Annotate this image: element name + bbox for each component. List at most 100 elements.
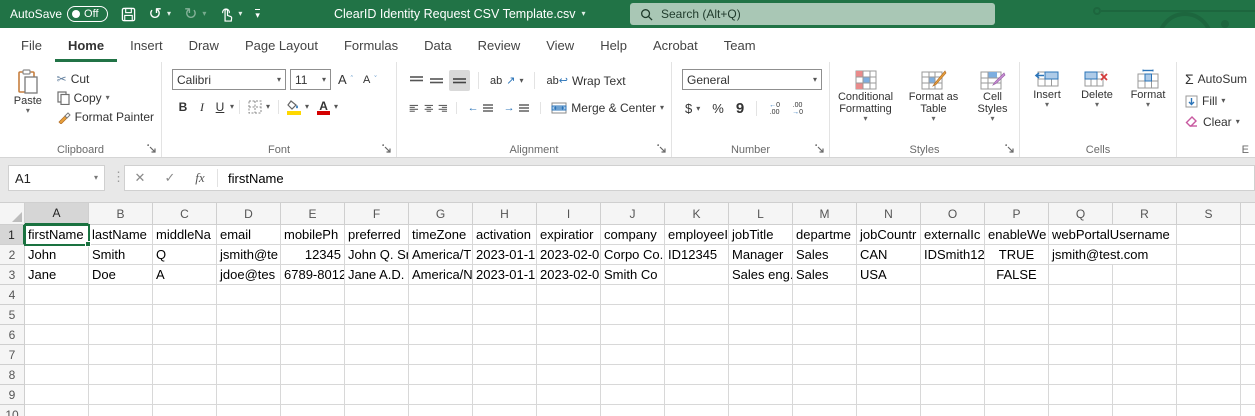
cell-N3[interactable]: USA	[857, 265, 921, 285]
row-header-2[interactable]: 2	[0, 245, 25, 265]
cell-N7[interactable]	[857, 345, 921, 365]
customize-qat-button[interactable]: ▾	[255, 9, 260, 20]
cell-E4[interactable]	[281, 285, 345, 305]
autosum-button[interactable]: Σ AutoSum	[1182, 70, 1255, 88]
enter-button[interactable]: ✓	[155, 170, 185, 186]
cell-C3[interactable]: A	[153, 265, 217, 285]
column-header-O[interactable]: O	[921, 203, 985, 225]
cell-M7[interactable]	[793, 345, 857, 365]
cell-B4[interactable]	[89, 285, 153, 305]
cell-O1[interactable]: externalIc	[921, 225, 985, 245]
cell-A6[interactable]	[25, 325, 89, 345]
clear-button[interactable]: Clear ▾	[1182, 114, 1255, 130]
cell-A7[interactable]	[25, 345, 89, 365]
cell-A8[interactable]	[25, 365, 89, 385]
align-center-icon[interactable]	[424, 102, 434, 114]
cell-N8[interactable]	[857, 365, 921, 385]
paste-button[interactable]: Paste ▾	[8, 69, 48, 125]
column-header-E[interactable]: E	[281, 203, 345, 225]
cell-E6[interactable]	[281, 325, 345, 345]
cell-Q3[interactable]	[1049, 265, 1113, 285]
column-header-H[interactable]: H	[473, 203, 537, 225]
cell-N4[interactable]	[857, 285, 921, 305]
cell-B3[interactable]: Doe	[89, 265, 153, 285]
cell-M1[interactable]: departme	[793, 225, 857, 245]
cell-P1[interactable]: enableWe	[985, 225, 1049, 245]
cell-S8[interactable]	[1177, 365, 1241, 385]
cell-L8[interactable]	[729, 365, 793, 385]
cell-L10[interactable]	[729, 405, 793, 416]
cell-D9[interactable]	[217, 385, 281, 405]
row-header-6[interactable]: 6	[0, 325, 25, 345]
align-right-icon[interactable]	[438, 102, 448, 114]
cell-E9[interactable]	[281, 385, 345, 405]
cell-N5[interactable]	[857, 305, 921, 325]
column-header-F[interactable]: F	[345, 203, 409, 225]
cell-P2[interactable]: TRUE	[985, 245, 1049, 265]
cell-G2[interactable]: America/T	[409, 245, 473, 265]
cell-B8[interactable]	[89, 365, 153, 385]
cell-H6[interactable]	[473, 325, 537, 345]
cell-E10[interactable]	[281, 405, 345, 416]
cell-B9[interactable]	[89, 385, 153, 405]
cell-K1[interactable]: employeeI	[665, 225, 729, 245]
tab-review[interactable]: Review	[465, 28, 534, 62]
cell-O4[interactable]	[921, 285, 985, 305]
cell-M4[interactable]	[793, 285, 857, 305]
cell-K3[interactable]	[665, 265, 729, 285]
cell-J2[interactable]: Corpo Co.	[601, 245, 665, 265]
cell-F5[interactable]	[345, 305, 409, 325]
name-box[interactable]: A1 ▾	[8, 165, 105, 191]
increase-font-button[interactable]: Aˆ	[335, 71, 356, 88]
cell-C2[interactable]: Q	[153, 245, 217, 265]
column-header-C[interactable]: C	[153, 203, 217, 225]
conditional-formatting-button[interactable]: Conditional Formatting ▾	[834, 69, 898, 123]
cell-G10[interactable]	[409, 405, 473, 416]
cell-J9[interactable]	[601, 385, 665, 405]
cell-D7[interactable]	[217, 345, 281, 365]
cell-O6[interactable]	[921, 325, 985, 345]
cell-B5[interactable]	[89, 305, 153, 325]
cell-E1[interactable]: mobilePh	[281, 225, 345, 245]
cell-C8[interactable]	[153, 365, 217, 385]
cell-S2[interactable]	[1177, 245, 1241, 265]
cell-D6[interactable]	[217, 325, 281, 345]
cell-D1[interactable]: email	[217, 225, 281, 245]
cell-N9[interactable]	[857, 385, 921, 405]
cell-G7[interactable]	[409, 345, 473, 365]
decrease-decimal-button[interactable]: .00→0	[789, 101, 806, 117]
cell-D10[interactable]	[217, 405, 281, 416]
cell-A9[interactable]	[25, 385, 89, 405]
cell-L4[interactable]	[729, 285, 793, 305]
insert-cells-button[interactable]: Insert ▾	[1025, 69, 1069, 109]
cell-D4[interactable]	[217, 285, 281, 305]
cell-P6[interactable]	[985, 325, 1049, 345]
cell-O3[interactable]	[921, 265, 985, 285]
save-button[interactable]	[121, 7, 136, 22]
cell-I10[interactable]	[537, 405, 601, 416]
cell-M6[interactable]	[793, 325, 857, 345]
cell-P4[interactable]	[985, 285, 1049, 305]
underline-chevron-icon[interactable]: ▾	[230, 103, 234, 111]
cell-K10[interactable]	[665, 405, 729, 416]
search-box[interactable]: Search (Alt+Q)	[630, 3, 995, 25]
font-dialog-launcher[interactable]	[382, 144, 393, 155]
cell-O8[interactable]	[921, 365, 985, 385]
cell-S5[interactable]	[1177, 305, 1241, 325]
cell-P3[interactable]: FALSE	[985, 265, 1049, 285]
orientation-button[interactable]: ab ↗ ▾	[487, 73, 526, 88]
cell-F8[interactable]	[345, 365, 409, 385]
cell-L7[interactable]	[729, 345, 793, 365]
cell-J4[interactable]	[601, 285, 665, 305]
column-header-J[interactable]: J	[601, 203, 665, 225]
cell-C6[interactable]	[153, 325, 217, 345]
cell-I9[interactable]	[537, 385, 601, 405]
row-header-4[interactable]: 4	[0, 285, 25, 305]
decrease-font-button[interactable]: Aˇ	[360, 73, 380, 87]
cell-H5[interactable]	[473, 305, 537, 325]
copy-button[interactable]: Copy ▾	[54, 90, 157, 106]
cell-I7[interactable]	[537, 345, 601, 365]
cell-H10[interactable]	[473, 405, 537, 416]
undo-button[interactable]: ↺ ▾	[149, 4, 171, 24]
autosave-pill[interactable]: Off	[67, 6, 107, 22]
